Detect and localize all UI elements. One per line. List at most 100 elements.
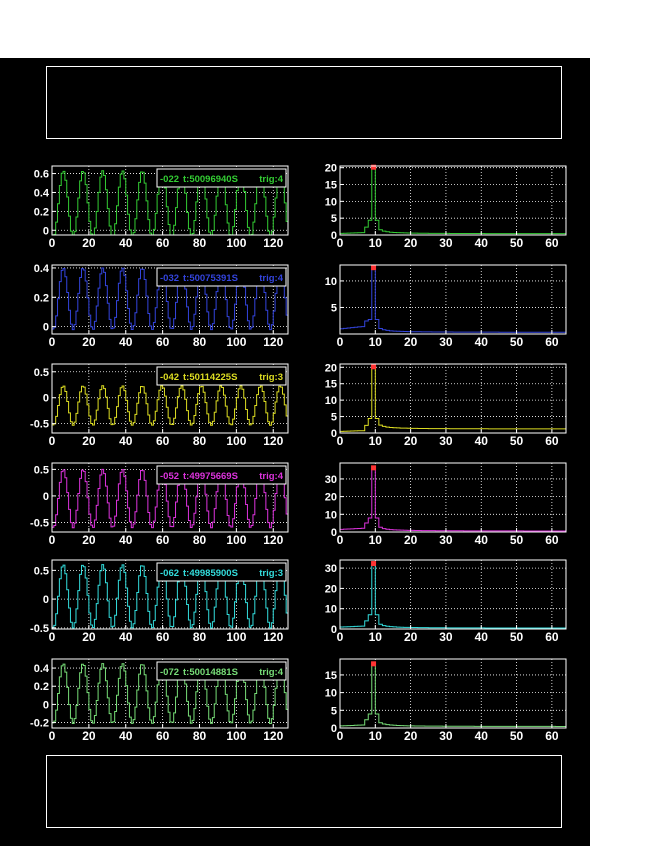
x-tick-label: 40	[475, 335, 489, 349]
x-tick-label: 10	[369, 630, 383, 644]
x-tick-label: 60	[156, 533, 170, 547]
x-tick-label: 30	[439, 630, 453, 644]
x-tick-label: 10	[369, 236, 383, 250]
trace-id-label: -042	[160, 372, 179, 383]
y-tick-label: 5	[331, 213, 337, 225]
x-tick-label: 20	[82, 729, 96, 743]
panel-5-spectrum: 0 10 20 30 40 50 60 0 10 20 30	[325, 559, 567, 644]
x-tick-label: 80	[193, 236, 207, 250]
panel-1-spectrum: 0 10 20 30 40 50 6005101520	[325, 163, 567, 250]
y-tick-label: 20	[325, 583, 337, 595]
y-tick-label: 30	[325, 474, 337, 486]
y-tick-label: 0	[43, 322, 49, 334]
y-tick-label: 15	[325, 379, 337, 391]
trace-trig-label: trig:3	[259, 568, 283, 579]
x-tick-label: 60	[545, 533, 559, 547]
x-tick-label: 0	[49, 533, 56, 547]
x-tick-label: 60	[545, 236, 559, 250]
panel-2-time: 0 20 40 60 80 100 120 0 0.2 0.4 -032 t:50075391S tri…	[34, 263, 289, 349]
x-tick-label: 30	[439, 236, 453, 250]
data-series-line	[340, 563, 566, 629]
x-tick-label: 120	[263, 533, 283, 547]
y-tick-label: 0.4	[34, 263, 50, 275]
trace-id-label: -022	[160, 174, 179, 185]
x-tick-label: 0	[49, 729, 56, 743]
x-tick-label: 0	[337, 729, 344, 743]
x-tick-label: 10	[369, 434, 383, 448]
x-tick-label: 120	[263, 630, 283, 644]
y-tick-label: 0.5	[34, 367, 49, 379]
y-tick-label: 0.5	[34, 565, 49, 577]
x-tick-label: 30	[439, 729, 453, 743]
x-tick-label: 40	[119, 236, 133, 250]
y-tick-label: -0.5	[30, 419, 49, 431]
x-tick-label: 30	[439, 335, 453, 349]
trace-time-label: t:50014881S	[183, 667, 238, 678]
x-tick-label: 0	[337, 434, 344, 448]
x-tick-label: 60	[156, 236, 170, 250]
plot-frame	[339, 165, 567, 236]
x-tick-label: 20	[82, 335, 96, 349]
x-tick-label: 80	[193, 630, 207, 644]
plot-frame	[339, 658, 567, 729]
x-tick-label: 0	[49, 630, 56, 644]
trace-trig-label: trig:3	[259, 372, 283, 383]
x-tick-label: 60	[545, 729, 559, 743]
x-tick-label: 10	[369, 533, 383, 547]
x-tick-label: 0	[337, 335, 344, 349]
y-tick-label: 0.6	[34, 169, 49, 181]
y-tick-label: 30	[325, 563, 337, 575]
x-tick-label: 60	[156, 335, 170, 349]
x-tick-label: 50	[510, 630, 524, 644]
plot-frame	[339, 264, 567, 335]
plot-frame	[339, 559, 567, 630]
plot-frame	[339, 462, 567, 533]
trace-time-label: t:49985900S	[183, 568, 238, 579]
x-tick-label: 100	[226, 533, 246, 547]
x-tick-label: 60	[545, 335, 559, 349]
trace-trig-label: trig:4	[259, 174, 283, 185]
y-tick-label: 0	[43, 491, 49, 503]
x-tick-label: 0	[49, 335, 56, 349]
y-tick-label: 20	[325, 163, 337, 175]
panel-5-time: 0 20 40 60 80 100 120-0.500.5 -062 t:49985900S tr…	[30, 559, 289, 644]
x-tick-label: 50	[510, 236, 524, 250]
x-tick-label: 60	[156, 630, 170, 644]
x-tick-label: 100	[226, 729, 246, 743]
x-tick-label: 40	[119, 630, 133, 644]
x-tick-label: 40	[475, 729, 489, 743]
x-tick-label: 0	[337, 630, 344, 644]
panel-3-spectrum: 0 10 20 30 40 50 6005101520	[325, 362, 567, 448]
peak-marker	[371, 364, 377, 370]
trace-time-label: t:50096940S	[183, 174, 238, 185]
panel-6-spectrum: 0 10 20 30 40 50 60051015	[325, 658, 567, 743]
y-tick-label: 0.2	[34, 681, 49, 693]
panel-2-spectrum: 0 10 20 30 40 50 60 5 10	[325, 264, 567, 349]
x-tick-label: 20	[404, 236, 418, 250]
x-tick-label: 20	[404, 533, 418, 547]
x-tick-label: 40	[475, 434, 489, 448]
plot-canvas: 0 20 40 60 80 100 120 0 0.2 0.4 0.6 -022 t:50096940S…	[0, 58, 590, 846]
y-tick-label: 0	[331, 723, 337, 735]
x-tick-label: 50	[510, 434, 524, 448]
x-tick-label: 40	[475, 630, 489, 644]
x-tick-label: 60	[156, 729, 170, 743]
y-tick-label: 0.2	[34, 206, 49, 218]
y-tick-label: -0.5	[30, 517, 49, 529]
x-tick-label: 120	[263, 335, 283, 349]
panel-6-time: 0 20 40 60 80 100 120-0.200.20.4 -072 t:50014881…	[30, 658, 289, 743]
trace-id-label: -052	[160, 471, 179, 482]
data-series-line	[340, 167, 566, 235]
x-tick-label: 100	[226, 335, 246, 349]
y-tick-label: 10	[325, 276, 337, 288]
x-tick-label: 20	[404, 335, 418, 349]
y-tick-label: 0	[331, 527, 337, 539]
x-tick-label: 30	[439, 533, 453, 547]
x-tick-label: 30	[439, 434, 453, 448]
x-tick-label: 20	[82, 434, 96, 448]
x-tick-label: 40	[119, 434, 133, 448]
x-tick-label: 80	[193, 434, 207, 448]
trace-id-label: -032	[160, 273, 179, 284]
x-tick-label: 100	[226, 434, 246, 448]
y-tick-label: 0.5	[34, 464, 49, 476]
